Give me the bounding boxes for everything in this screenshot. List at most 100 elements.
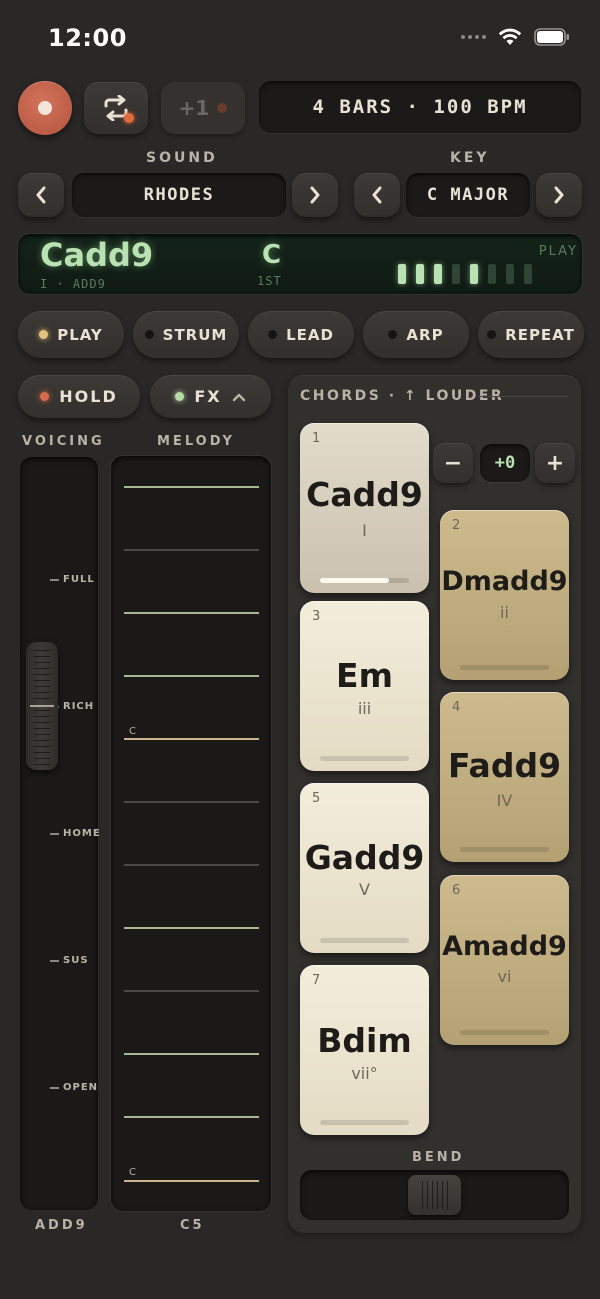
chord-pad-degree: I	[362, 521, 367, 540]
melody-note-line	[124, 675, 259, 677]
chord-pad-name: Gadd9	[304, 838, 425, 877]
key-next-button[interactable]	[536, 173, 582, 217]
bend-slider-thumb[interactable]	[408, 1175, 461, 1215]
fx-label: FX	[194, 387, 222, 406]
mode-lead-button[interactable]: LEAD	[248, 311, 354, 358]
key-value[interactable]: C MAJOR	[406, 173, 530, 217]
key-prev-button[interactable]	[354, 173, 400, 217]
key-label: KEY	[450, 150, 490, 166]
offset-minus-button[interactable]: −	[433, 443, 473, 483]
chord-pad-degree: vi	[497, 967, 512, 986]
voicing-slider-thumb[interactable]	[26, 642, 58, 770]
meter-segment	[488, 264, 496, 284]
voicing-mark-sus-label: SUS	[63, 955, 89, 966]
chord-pad-level-track	[320, 1120, 409, 1125]
thumb-grip-line	[34, 692, 50, 693]
melody-note-line	[124, 1116, 259, 1118]
thumb-grip-line	[34, 680, 50, 681]
chords-title-rule	[478, 396, 568, 397]
meter-segment	[416, 264, 424, 284]
chord-pad-number: 2	[452, 518, 461, 533]
chord-pad-number: 4	[452, 700, 461, 715]
thumb-grip-line	[34, 716, 50, 717]
mode-strum-button[interactable]: STRUM	[133, 311, 239, 358]
mode-arp-label: ARP	[406, 325, 444, 344]
chords-title: CHORDS · ↑ LOUDER	[300, 388, 505, 404]
melody-note-line	[124, 864, 259, 866]
chord-pad-name: Em	[336, 656, 393, 695]
voicing-label: VOICING	[22, 434, 105, 449]
mode-lead-led	[268, 330, 278, 339]
record-button[interactable]	[18, 81, 72, 135]
status-time: 12:00	[48, 24, 127, 52]
thumb-grip-line	[34, 650, 50, 651]
loop-button[interactable]	[84, 82, 148, 134]
voicing-mark-full-label: FULL	[63, 574, 95, 585]
chord-pad-level-track	[460, 665, 549, 670]
chord-pad-6[interactable]: 6 Amadd9 vi	[440, 875, 569, 1045]
thumb-grip-line	[34, 668, 50, 669]
status-icons	[461, 28, 570, 46]
mode-repeat-button[interactable]: REPEAT	[478, 311, 584, 358]
voicing-mark-full: FULL	[50, 574, 95, 585]
chord-pad-name: Amadd9	[442, 931, 567, 962]
melody-label: MELODY	[157, 434, 235, 449]
thumb-grip-line	[34, 656, 50, 657]
mode-strum-label: STRUM	[162, 325, 228, 344]
display-mode: PLAY	[538, 244, 578, 259]
current-chord: Cadd9	[40, 236, 154, 274]
melody-note-line	[124, 738, 259, 740]
chord-pad-degree: iii	[357, 699, 372, 718]
transpose-plus-button[interactable]: +1	[161, 82, 245, 134]
melody-note-line	[124, 801, 259, 803]
offset-plus-button[interactable]: +	[535, 443, 575, 483]
chord-pad-4[interactable]: 4 Fadd9 IV	[440, 692, 569, 862]
sound-prev-button[interactable]	[18, 173, 64, 217]
mode-play-led	[39, 330, 49, 339]
mode-repeat-label: REPEAT	[505, 325, 575, 344]
wifi-icon	[498, 28, 522, 45]
chord-pad-level-track	[320, 756, 409, 761]
chevron-left-icon	[372, 186, 382, 204]
chord-pad-1[interactable]: 1 Cadd9 I	[300, 423, 429, 593]
chord-pad-name: Bdim	[317, 1021, 412, 1060]
thumb-grip-line	[34, 764, 50, 765]
record-icon	[38, 101, 52, 115]
mode-play-button[interactable]: PLAY	[18, 311, 124, 358]
chord-pad-number: 7	[312, 973, 321, 988]
fx-button[interactable]: FX	[150, 375, 271, 418]
chevron-right-icon	[310, 186, 320, 204]
chord-pad-degree: vii°	[351, 1064, 378, 1083]
melody-note-line	[124, 1180, 259, 1182]
voicing-mark-rich-label: RICH	[63, 701, 95, 712]
hold-button[interactable]: HOLD	[18, 375, 140, 418]
hold-led	[40, 392, 50, 401]
thumb-grip-line	[34, 752, 50, 753]
chord-pad-level-track	[460, 1030, 549, 1035]
melody-note-label: C	[129, 1167, 136, 1178]
thumb-grip-line	[34, 746, 50, 747]
meter-segment	[398, 264, 406, 284]
melody-note-line	[124, 927, 259, 929]
sound-value[interactable]: RHODES	[72, 173, 286, 217]
meter-segment	[470, 264, 478, 284]
meter-segment	[524, 264, 532, 284]
sound-next-button[interactable]	[292, 173, 338, 217]
voicing-value: ADD9	[35, 1218, 88, 1233]
hold-label: HOLD	[59, 387, 118, 406]
melody-note-line	[124, 612, 259, 614]
chord-pad-degree: ii	[500, 603, 509, 622]
transpose-led	[217, 103, 228, 113]
inversion-label: 1ST	[257, 274, 282, 288]
tempo-display[interactable]: 4 BARS · 100 BPM	[259, 81, 581, 133]
chord-pad-7[interactable]: 7 Bdim vii°	[300, 965, 429, 1135]
chord-pad-2[interactable]: 2 Dmadd9 ii	[440, 510, 569, 680]
offset-value: +0	[480, 444, 530, 482]
mode-lead-label: LEAD	[286, 325, 334, 344]
voicing-mark-open-label: OPEN	[63, 1082, 99, 1093]
mode-arp-button[interactable]: ARP	[363, 311, 469, 358]
chord-pad-5[interactable]: 5 Gadd9 V	[300, 783, 429, 953]
chord-pad-3[interactable]: 3 Em iii	[300, 601, 429, 771]
melody-strip[interactable]	[111, 456, 271, 1211]
thumb-grip-line	[34, 662, 50, 663]
